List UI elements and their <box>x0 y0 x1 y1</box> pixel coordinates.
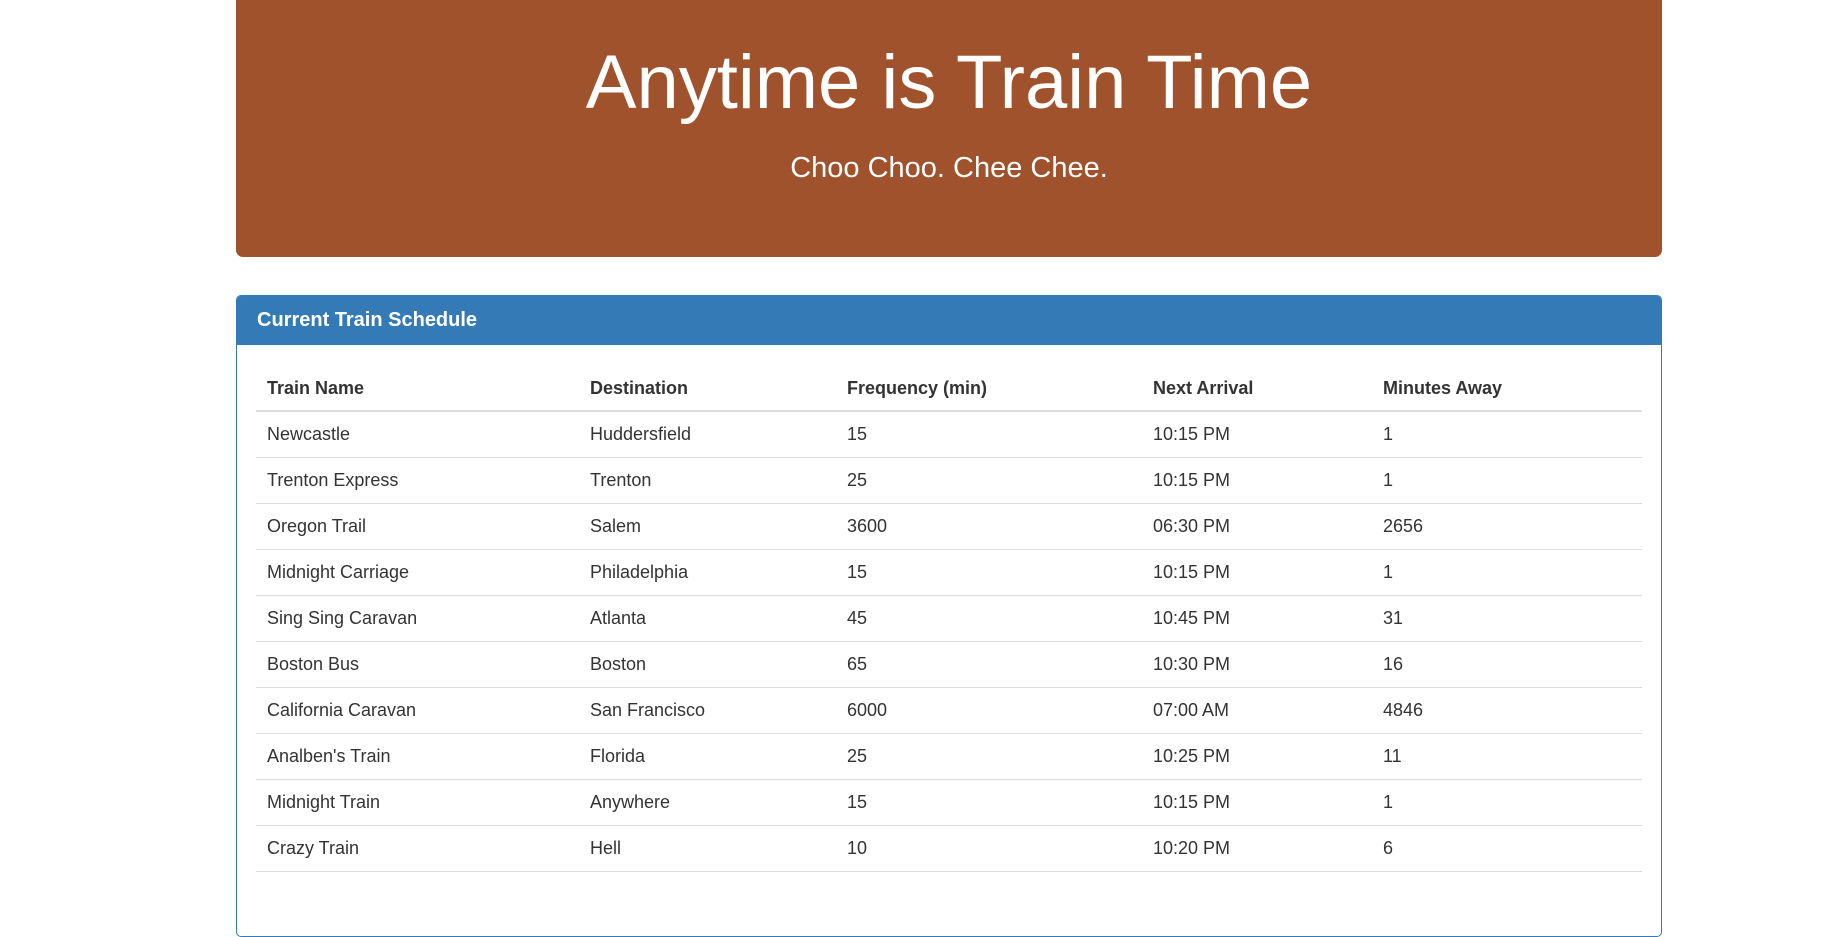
cell-destination: Boston <box>579 641 836 688</box>
cell-next-arrival: 07:00 AM <box>1142 687 1372 734</box>
column-header-destination: Destination <box>579 367 836 412</box>
page-title: Anytime is Train Time <box>585 40 1313 125</box>
cell-minutes-away: 1 <box>1372 457 1642 504</box>
cell-destination: Anywhere <box>579 779 836 826</box>
cell-minutes-away: 1 <box>1372 549 1642 596</box>
cell-minutes-away: 31 <box>1372 595 1642 642</box>
table-row: Boston Bus Boston 65 10:30 PM 16 <box>256 641 1642 688</box>
cell-train-name: Trenton Express <box>256 457 579 504</box>
cell-next-arrival: 10:45 PM <box>1142 595 1372 642</box>
cell-next-arrival: 10:15 PM <box>1142 457 1372 504</box>
panel-title: Current Train Schedule <box>257 309 478 331</box>
cell-frequency: 10 <box>836 825 1142 872</box>
cell-minutes-away: 4846 <box>1372 687 1642 734</box>
cell-frequency: 15 <box>836 549 1142 596</box>
page-container: Anytime is Train Time Choo Choo. Chee Ch… <box>236 0 1662 937</box>
cell-frequency: 65 <box>836 641 1142 688</box>
cell-destination: Florida <box>579 733 836 780</box>
cell-next-arrival: 10:15 PM <box>1142 549 1372 596</box>
table-row: Midnight Carriage Philadelphia 15 10:15 … <box>256 549 1642 596</box>
cell-train-name: Midnight Carriage <box>256 549 579 596</box>
cell-destination: Hell <box>579 825 836 872</box>
cell-destination: Huddersfield <box>579 411 836 458</box>
train-schedule-table: Train Name Destination Frequency (min) N… <box>256 367 1642 872</box>
cell-train-name: California Caravan <box>256 687 579 734</box>
cell-train-name: Midnight Train <box>256 779 579 826</box>
cell-frequency: 25 <box>836 457 1142 504</box>
cell-train-name: Analben's Train <box>256 733 579 780</box>
train-schedule-panel: Current Train Schedule Train Name Destin… <box>236 295 1662 937</box>
table-body: Newcastle Huddersfield 15 10:15 PM 1 Tre… <box>256 411 1642 872</box>
table-row: Analben's Train Florida 25 10:25 PM 11 <box>256 733 1642 780</box>
column-header-frequency: Frequency (min) <box>836 367 1142 412</box>
cell-train-name: Crazy Train <box>256 825 579 872</box>
cell-next-arrival: 10:30 PM <box>1142 641 1372 688</box>
cell-next-arrival: 10:15 PM <box>1142 779 1372 826</box>
table-row: Crazy Train Hell 10 10:20 PM 6 <box>256 825 1642 872</box>
table-row: Sing Sing Caravan Atlanta 45 10:45 PM 31 <box>256 595 1642 642</box>
cell-train-name: Boston Bus <box>256 641 579 688</box>
cell-train-name: Newcastle <box>256 411 579 458</box>
cell-next-arrival: 10:25 PM <box>1142 733 1372 780</box>
cell-train-name: Sing Sing Caravan <box>256 595 579 642</box>
cell-next-arrival: 06:30 PM <box>1142 503 1372 550</box>
column-header-minutes-away: Minutes Away <box>1372 367 1642 412</box>
cell-frequency: 25 <box>836 733 1142 780</box>
column-header-next-arrival: Next Arrival <box>1142 367 1372 412</box>
cell-next-arrival: 10:20 PM <box>1142 825 1372 872</box>
table-row: Newcastle Huddersfield 15 10:15 PM 1 <box>256 411 1642 458</box>
table-header-row: Train Name Destination Frequency (min) N… <box>256 367 1642 412</box>
table-row: Trenton Express Trenton 25 10:15 PM 1 <box>256 457 1642 504</box>
panel-heading: Current Train Schedule <box>237 296 1661 345</box>
panel-body: Train Name Destination Frequency (min) N… <box>237 345 1661 872</box>
cell-minutes-away: 11 <box>1372 733 1642 780</box>
cell-destination: San Francisco <box>579 687 836 734</box>
page-subtitle: Choo Choo. Chee Chee. <box>790 152 1108 184</box>
jumbotron-header: Anytime is Train Time Choo Choo. Chee Ch… <box>236 0 1662 257</box>
cell-minutes-away: 6 <box>1372 825 1642 872</box>
table-row: Oregon Trail Salem 3600 06:30 PM 2656 <box>256 503 1642 550</box>
cell-frequency: 6000 <box>836 687 1142 734</box>
column-header-train-name: Train Name <box>256 367 579 412</box>
cell-minutes-away: 1 <box>1372 411 1642 458</box>
cell-next-arrival: 10:15 PM <box>1142 411 1372 458</box>
cell-frequency: 3600 <box>836 503 1142 550</box>
cell-destination: Salem <box>579 503 836 550</box>
cell-frequency: 15 <box>836 411 1142 458</box>
cell-frequency: 15 <box>836 779 1142 826</box>
cell-destination: Atlanta <box>579 595 836 642</box>
table-row: California Caravan San Francisco 6000 07… <box>256 687 1642 734</box>
cell-minutes-away: 1 <box>1372 779 1642 826</box>
cell-frequency: 45 <box>836 595 1142 642</box>
table-row: Midnight Train Anywhere 15 10:15 PM 1 <box>256 779 1642 826</box>
table-header: Train Name Destination Frequency (min) N… <box>256 367 1642 412</box>
cell-destination: Trenton <box>579 457 836 504</box>
cell-minutes-away: 2656 <box>1372 503 1642 550</box>
cell-train-name: Oregon Trail <box>256 503 579 550</box>
cell-destination: Philadelphia <box>579 549 836 596</box>
cell-minutes-away: 16 <box>1372 641 1642 688</box>
